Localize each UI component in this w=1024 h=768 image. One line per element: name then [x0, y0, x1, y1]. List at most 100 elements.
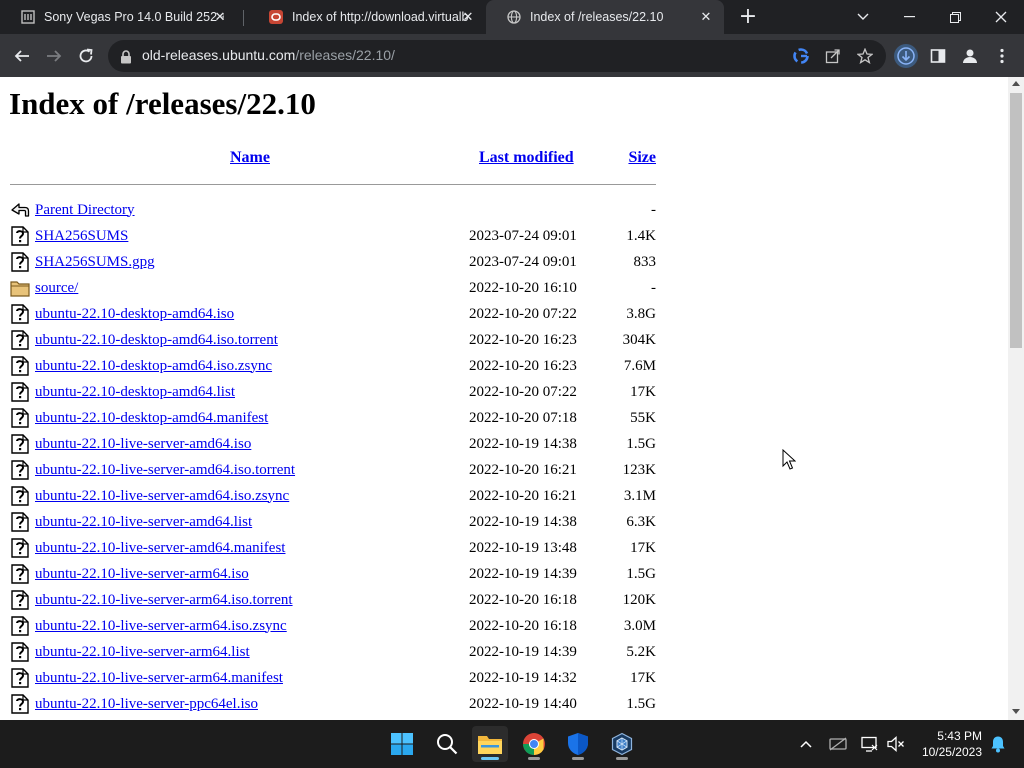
tab-title: Sony Vegas Pro 14.0 Build 252 +	[44, 10, 224, 24]
entry-link[interactable]: ubuntu-22.10-live-server-amd64.iso.torre…	[35, 462, 295, 478]
bookmark-star-icon[interactable]	[854, 45, 876, 67]
page-title: Index of /releases/22.10	[9, 86, 316, 121]
entry-link[interactable]: ubuntu-22.10-live-server-arm64.list	[35, 644, 250, 660]
file-explorer-button[interactable]	[472, 726, 508, 762]
listing-body: Parent Directory - SHA256SUMS 2023-07-24 09…	[10, 197, 656, 717]
sort-by-modified-link[interactable]: Last modified	[479, 149, 574, 166]
security-button[interactable]	[560, 726, 596, 762]
browser-toolbar: old-releases.ubuntu.com/releases/22.10/	[0, 34, 1024, 77]
file-explorer-icon	[478, 736, 502, 754]
entry-link[interactable]: SHA256SUMS.gpg	[35, 254, 155, 270]
menu-button[interactable]	[988, 42, 1016, 70]
virtualbox-button[interactable]	[604, 726, 640, 762]
chrome-button[interactable]	[516, 726, 552, 762]
profile-button[interactable]	[956, 42, 984, 70]
entry-name-cell: ubuntu-22.10-live-server-ppc64el.iso	[35, 691, 465, 717]
entry-link[interactable]: ubuntu-22.10-live-server-amd64.iso.zsync	[35, 488, 289, 504]
entry-modified: 2022-10-19 14:39	[469, 565, 577, 582]
entry-modified: 2022-10-20 16:21	[469, 487, 577, 504]
entry-link[interactable]: SHA256SUMS	[35, 228, 128, 244]
scroll-down-arrow-icon[interactable]	[1012, 709, 1020, 714]
downloads-button[interactable]	[892, 42, 920, 70]
taskbar-search-button[interactable]	[429, 726, 465, 762]
entry-modified: 2022-10-20 16:23	[469, 357, 577, 374]
entry-link[interactable]: ubuntu-22.10-desktop-amd64.manifest	[35, 410, 268, 426]
vertical-scrollbar[interactable]	[1008, 77, 1024, 720]
close-icon[interactable]: ✕	[460, 9, 476, 25]
share-icon[interactable]	[822, 45, 844, 67]
entry-name-cell: ubuntu-22.10-live-server-amd64.list	[35, 509, 465, 535]
reload-button[interactable]	[72, 42, 100, 70]
show-hidden-icons-chevron-icon[interactable]	[796, 734, 816, 754]
entry-size: 7.6M	[623, 357, 656, 374]
entry-link[interactable]: Parent Directory	[35, 202, 135, 218]
url-text[interactable]: old-releases.ubuntu.com/releases/22.10/	[142, 47, 395, 63]
lock-icon[interactable]	[120, 49, 132, 68]
entry-link[interactable]: ubuntu-22.10-live-server-arm64.manifest	[35, 670, 283, 686]
entry-size: 17K	[630, 383, 656, 400]
entry-link[interactable]: ubuntu-22.10-desktop-amd64.iso.zsync	[35, 358, 272, 374]
entry-size: -	[651, 201, 656, 218]
scroll-up-arrow-icon[interactable]	[1012, 81, 1020, 86]
restore-button[interactable]	[932, 0, 978, 34]
listing-row: ubuntu-22.10-live-server-amd64.iso.zsync…	[10, 483, 656, 509]
back-button[interactable]	[8, 42, 36, 70]
google-lens-icon[interactable]	[790, 45, 812, 67]
unknown-file-icon	[10, 613, 35, 639]
entry-name-cell: ubuntu-22.10-live-server-amd64.iso.torre…	[35, 457, 465, 483]
unknown-file-icon	[10, 457, 35, 483]
side-panel-icon	[930, 49, 946, 63]
network-icon[interactable]	[860, 734, 880, 754]
entry-link[interactable]: source/	[35, 280, 78, 296]
entry-link[interactable]: ubuntu-22.10-live-server-arm64.iso.zsync	[35, 618, 287, 634]
entry-link[interactable]: ubuntu-22.10-desktop-amd64.iso.torrent	[35, 332, 278, 348]
entry-name-cell: ubuntu-22.10-desktop-amd64.iso.zsync	[35, 353, 465, 379]
divider	[10, 183, 656, 185]
start-button[interactable]	[384, 726, 420, 762]
entry-modified: 2022-10-20 07:22	[469, 305, 577, 322]
side-panel-button[interactable]	[924, 42, 952, 70]
tab-releases-index[interactable]: Index of /releases/22.10 ✕	[486, 0, 724, 34]
sort-by-size-link[interactable]: Size	[628, 149, 656, 166]
tab-virtualbox-index[interactable]: Index of http://download.virtualb ✕	[248, 0, 486, 34]
directory-listing: Name Last modified Size Parent Directory…	[10, 145, 656, 717]
new-tab-button[interactable]: +	[736, 5, 760, 29]
entry-modified: 2022-10-20 16:18	[469, 591, 577, 608]
entry-link[interactable]: ubuntu-22.10-live-server-arm64.iso	[35, 566, 249, 582]
forward-button[interactable]	[40, 42, 68, 70]
entry-size: 833	[633, 253, 657, 270]
virtualbox-tray-icon[interactable]	[828, 734, 848, 754]
piratebay-icon	[20, 9, 36, 25]
entry-size: 304K	[622, 331, 656, 348]
scrollbar-thumb[interactable]	[1010, 93, 1022, 348]
close-icon[interactable]: ✕	[212, 9, 228, 25]
entry-link[interactable]: ubuntu-22.10-live-server-amd64.list	[35, 514, 252, 530]
entry-link[interactable]: ubuntu-22.10-live-server-arm64.iso.torre…	[35, 592, 293, 608]
listing-row: ubuntu-22.10-live-server-amd64.list 2022-…	[10, 509, 656, 535]
tab-search-chevron-icon[interactable]	[840, 0, 886, 34]
entry-size: 5.2K	[626, 643, 656, 660]
active-indicator	[481, 757, 499, 760]
tab-sony-vegas[interactable]: Sony Vegas Pro 14.0 Build 252 + ✕	[0, 0, 238, 34]
entry-name-cell: ubuntu-22.10-live-server-arm64.manifest	[35, 665, 465, 691]
entry-link[interactable]: ubuntu-22.10-live-server-amd64.manifest	[35, 540, 285, 556]
entry-link[interactable]: ubuntu-22.10-desktop-amd64.iso	[35, 306, 234, 322]
entry-link[interactable]: ubuntu-22.10-live-server-amd64.iso	[35, 436, 251, 452]
entry-link[interactable]: ubuntu-22.10-desktop-amd64.list	[35, 384, 235, 400]
entry-name-cell: ubuntu-22.10-desktop-amd64.manifest	[35, 405, 465, 431]
minimize-button[interactable]	[886, 0, 932, 34]
close-window-button[interactable]	[978, 0, 1024, 34]
taskbar-clock[interactable]: 5:43 PM 10/25/2023	[912, 728, 982, 760]
listing-row: ubuntu-22.10-desktop-amd64.iso.zsync 2022…	[10, 353, 656, 379]
address-bar[interactable]: old-releases.ubuntu.com/releases/22.10/	[108, 40, 886, 72]
notifications-bell-icon[interactable]	[988, 734, 1008, 754]
entry-name-cell: ubuntu-22.10-live-server-arm64.iso.zsync	[35, 613, 465, 639]
entry-link[interactable]: ubuntu-22.10-live-server-ppc64el.iso	[35, 696, 258, 712]
security-shield-icon	[568, 733, 588, 755]
close-icon[interactable]: ✕	[698, 9, 714, 25]
listing-row: ubuntu-22.10-live-server-arm64.iso 2022-1…	[10, 561, 656, 587]
volume-muted-icon[interactable]	[886, 734, 906, 754]
entry-name-cell: Parent Directory	[35, 197, 465, 223]
listing-row: ubuntu-22.10-desktop-amd64.iso 2022-10-20…	[10, 301, 656, 327]
sort-by-name-link[interactable]: Name	[230, 149, 270, 166]
